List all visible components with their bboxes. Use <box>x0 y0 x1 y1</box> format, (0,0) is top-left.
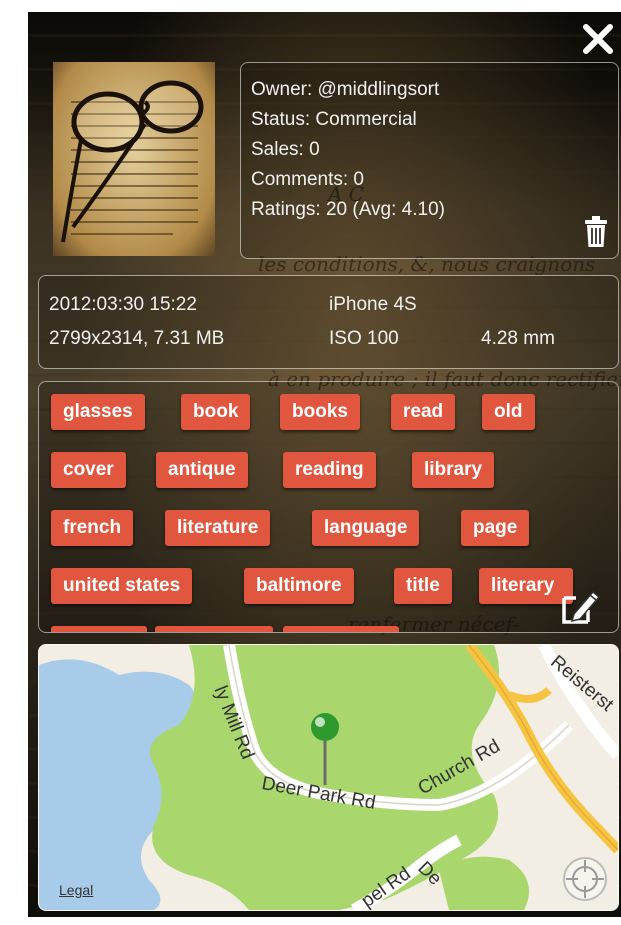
photo-thumbnail[interactable] <box>53 62 215 256</box>
owner-text[interactable]: Owner: @middlingsort <box>241 75 445 105</box>
tag-chip[interactable]: reading <box>283 452 376 488</box>
tag-chip[interactable]: antique <box>156 452 248 488</box>
tag-chip[interactable]: old <box>482 394 535 430</box>
legal-link[interactable]: Legal <box>59 882 93 898</box>
tag-chip[interactable]: language <box>312 510 420 546</box>
tag-chip[interactable]: library <box>412 452 495 488</box>
status-text: Status: Commercial <box>251 109 417 130</box>
map-tiles <box>39 645 618 910</box>
camera-text: iPhone 4S <box>329 294 417 315</box>
book-glasses-image <box>61 80 204 243</box>
edit-icon <box>562 590 601 624</box>
close-button[interactable] <box>581 22 615 56</box>
tag-chip[interactable]: literary <box>479 568 573 604</box>
close-icon <box>583 24 613 54</box>
tag-chip[interactable]: books <box>280 394 360 430</box>
tag-chip[interactable]: united states <box>51 568 193 604</box>
tag-chip[interactable]: french <box>51 510 134 546</box>
tag-chip[interactable]: read <box>391 394 456 430</box>
delete-button[interactable] <box>584 216 608 248</box>
tag-chip-partial[interactable] <box>283 626 399 632</box>
dimensions-text: 2799x2314, 7.31 MB <box>49 328 225 349</box>
tag-chip[interactable]: cover <box>51 452 126 488</box>
tag-chip-partial[interactable] <box>155 626 273 632</box>
tag-chip-partial[interactable] <box>51 626 147 632</box>
ratings-text[interactable]: Ratings: 20 (Avg: 4.10) <box>241 195 445 225</box>
exif-metadata-box: 2012:03:30 15:22 iPhone 4S 2799x2314, 7.… <box>38 275 619 369</box>
tag-chip[interactable]: title <box>394 568 452 604</box>
tag-chip[interactable]: glasses <box>51 394 145 430</box>
tag-chip[interactable]: page <box>461 510 530 546</box>
tag-chip[interactable]: baltimore <box>244 568 354 604</box>
location-map[interactable]: ly Mill Rd Deer Park Rd Church Rd Reiste… <box>38 644 619 911</box>
datetime-text: 2012:03:30 15:22 <box>49 294 197 315</box>
trash-icon <box>585 216 607 247</box>
crosshair-icon <box>563 857 607 901</box>
locate-button[interactable] <box>562 856 608 902</box>
focal-length-text: 4.28 mm <box>481 328 555 349</box>
photo-info-panel: A C les conditions, &, nous craignons à … <box>28 12 621 917</box>
edit-tags-button[interactable] <box>560 584 602 626</box>
iso-text: ISO 100 <box>329 328 399 349</box>
comments-text[interactable]: Comments: 0 <box>241 165 445 195</box>
photo-info-box: Owner: @middlingsort Status: Commercial … <box>240 62 619 259</box>
tag-chip[interactable]: book <box>181 394 251 430</box>
tag-chip[interactable]: literature <box>165 510 271 546</box>
tags-box: glasses book books read old cover antiqu… <box>38 381 619 633</box>
sales-text: Sales: 0 <box>251 139 320 160</box>
